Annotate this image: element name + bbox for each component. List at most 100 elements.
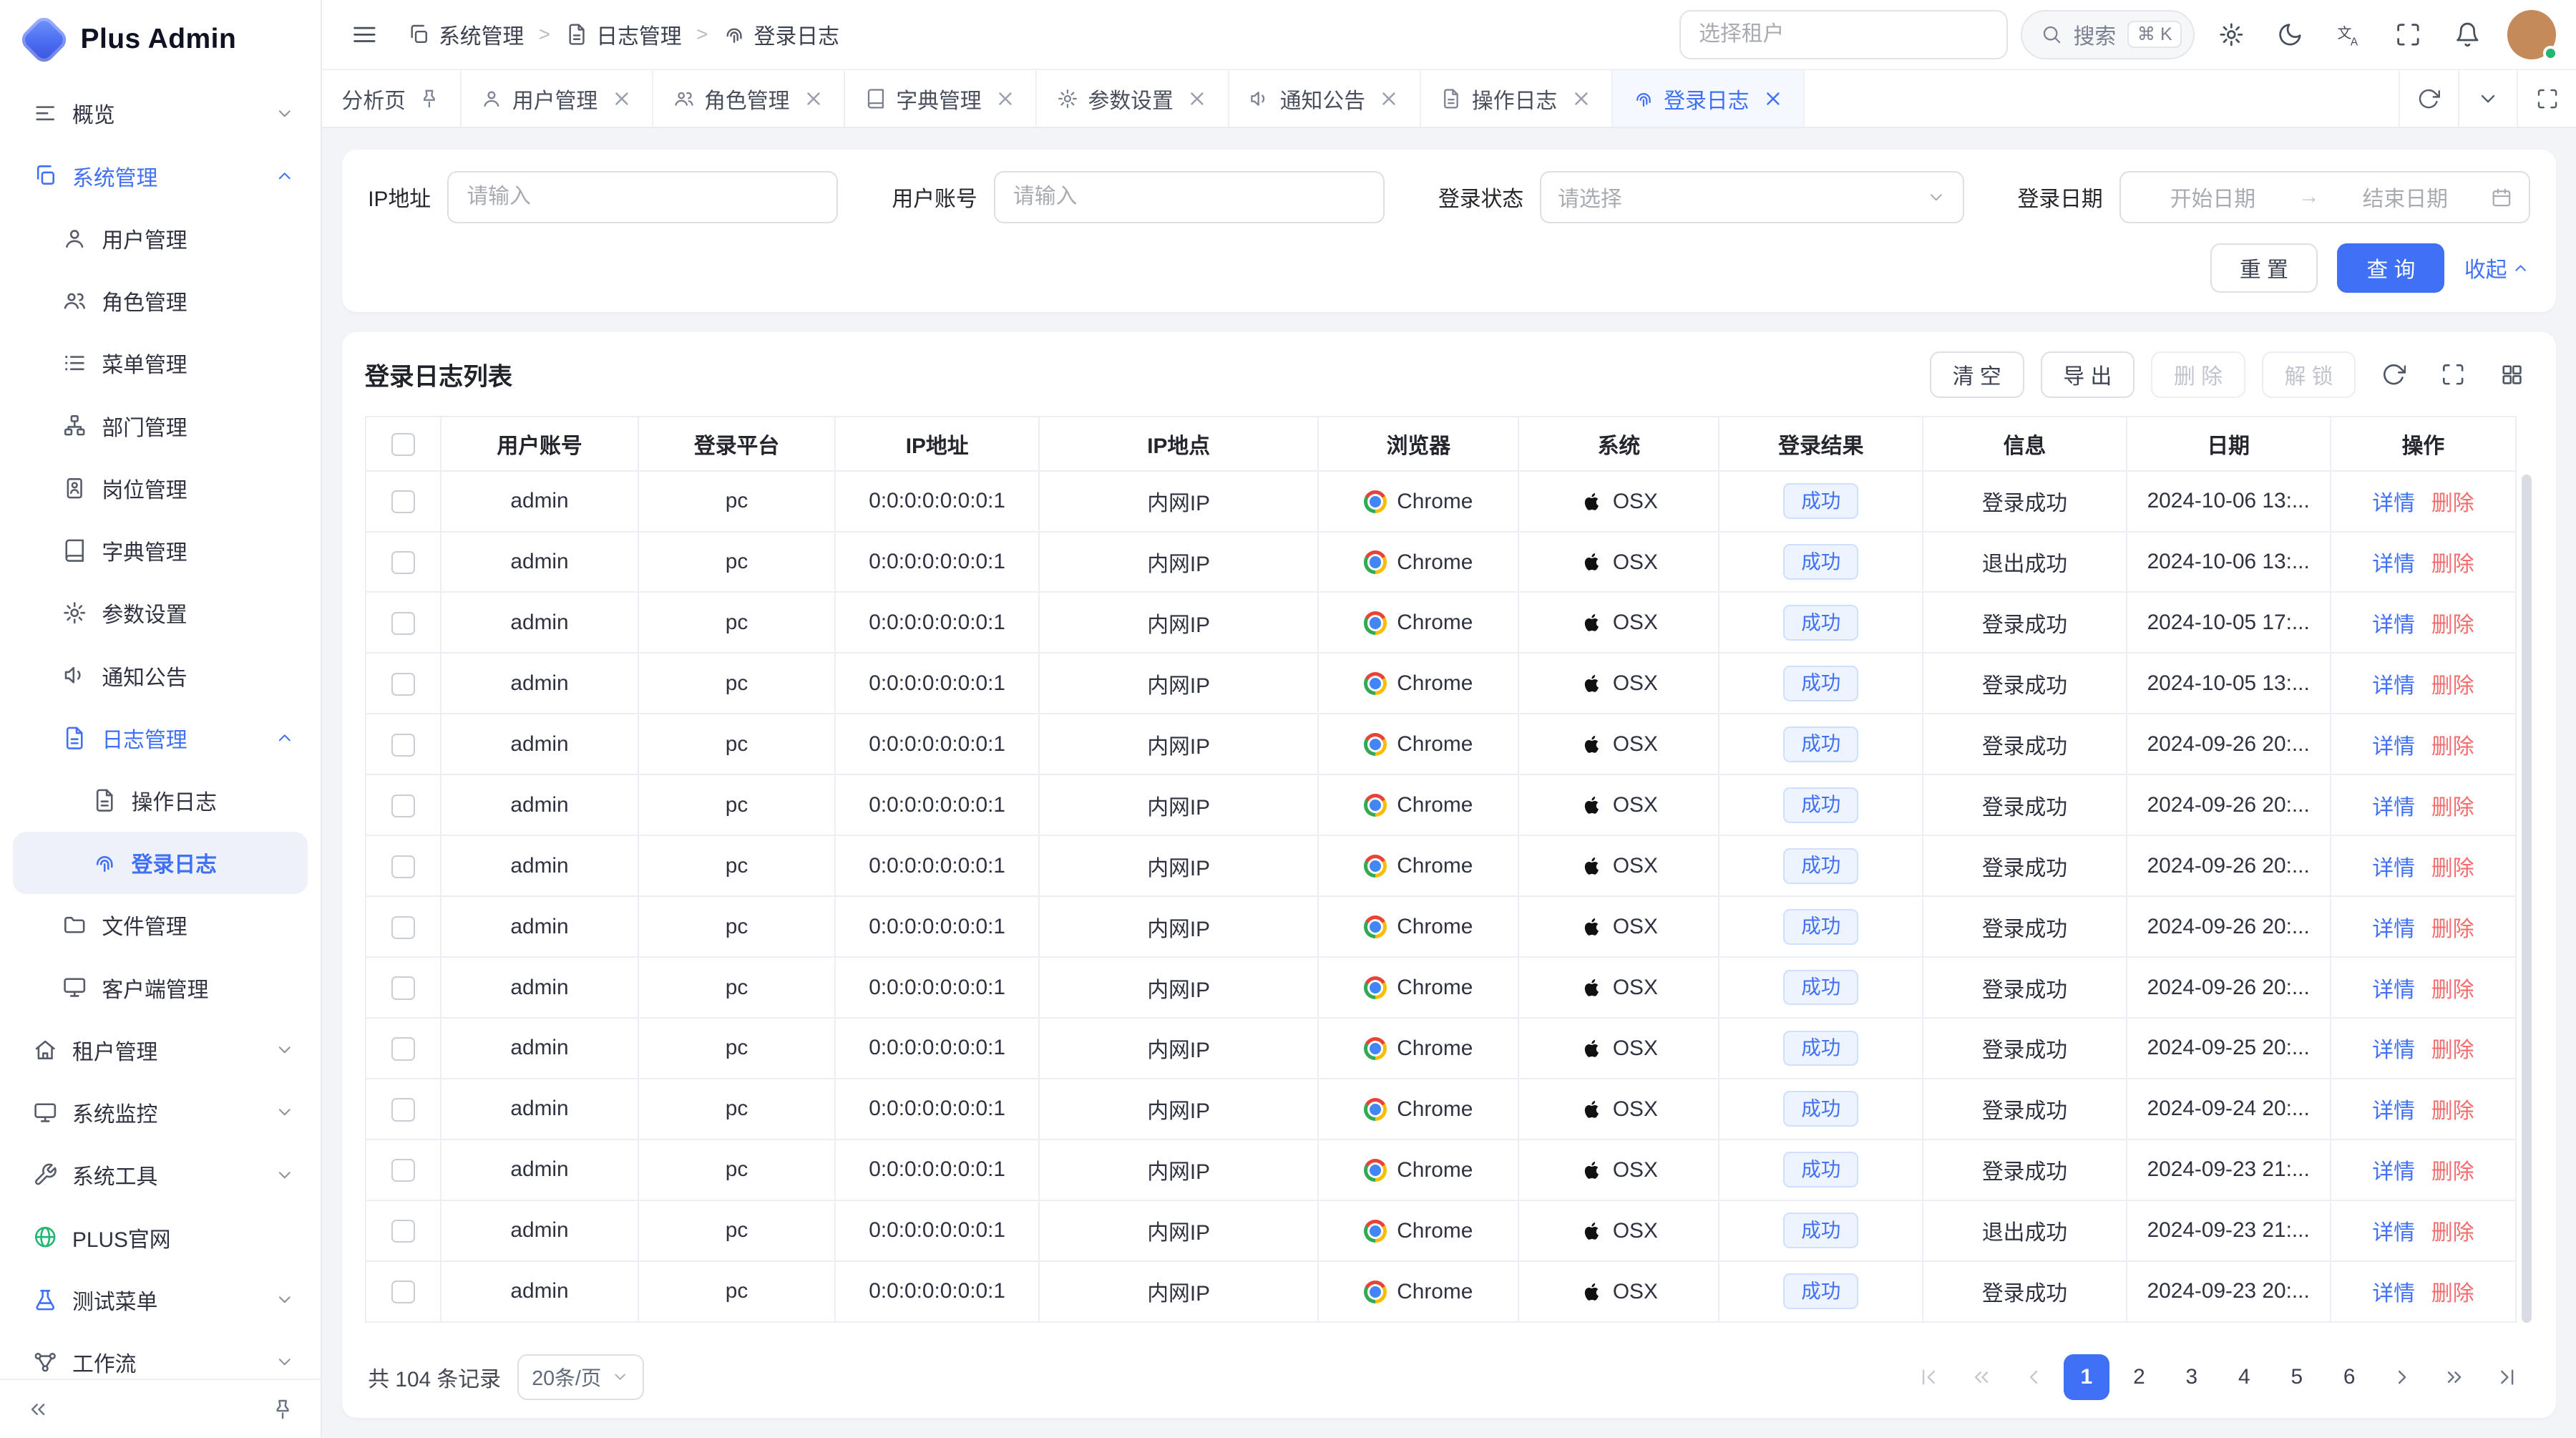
table-fullscreen-button[interactable]: [2431, 354, 2474, 397]
detail-link[interactable]: 详情: [2372, 1221, 2415, 1245]
row-checkbox[interactable]: [391, 855, 414, 878]
login-date-range[interactable]: 开始日期 → 结束日期: [2119, 171, 2530, 223]
refresh-table-button[interactable]: [2372, 354, 2415, 397]
next-page-button[interactable]: [2379, 1354, 2425, 1400]
fullscreen-button[interactable]: [2386, 11, 2431, 57]
tab-dict[interactable]: 字典管理: [845, 70, 1037, 127]
tab-close-icon[interactable]: [995, 88, 1016, 110]
sidebar-item-post[interactable]: 岗位管理: [13, 457, 307, 519]
menu-toggle-button[interactable]: [342, 11, 388, 57]
query-button[interactable]: 查 询: [2337, 243, 2444, 293]
export-button[interactable]: 导 出: [2041, 351, 2135, 397]
unlock-button[interactable]: 解 锁: [2262, 351, 2356, 397]
clear-button[interactable]: 清 空: [1930, 351, 2024, 397]
pin-sidebar-button[interactable]: [265, 1391, 301, 1427]
detail-link[interactable]: 详情: [2372, 735, 2415, 759]
page-size-select[interactable]: 20条/页: [517, 1354, 644, 1400]
table-scrollbar[interactable]: [2522, 475, 2532, 1323]
sidebar-item-system[interactable]: 系统管理: [13, 145, 307, 207]
page-button-4[interactable]: 4: [2221, 1354, 2267, 1400]
detail-link[interactable]: 详情: [2372, 613, 2415, 637]
row-checkbox[interactable]: [391, 734, 414, 757]
delete-button[interactable]: 删 除: [2151, 351, 2245, 397]
tab-close-icon[interactable]: [1378, 88, 1400, 110]
detail-link[interactable]: 详情: [2372, 918, 2415, 941]
row-checkbox[interactable]: [391, 976, 414, 999]
sidebar-item-user[interactable]: 用户管理: [13, 207, 307, 269]
tab-param[interactable]: 参数设置: [1037, 70, 1229, 127]
tenant-select-input[interactable]: [1679, 10, 2008, 59]
row-checkbox[interactable]: [391, 673, 414, 696]
sidebar-item-role[interactable]: 角色管理: [13, 269, 307, 331]
sidebar-item-operlog[interactable]: 操作日志: [13, 769, 307, 831]
row-checkbox[interactable]: [391, 612, 414, 635]
row-checkbox[interactable]: [391, 1037, 414, 1060]
first-page-button[interactable]: [1906, 1354, 1951, 1400]
page-button-3[interactable]: 3: [2169, 1354, 2215, 1400]
page-button-6[interactable]: 6: [2326, 1354, 2372, 1400]
row-checkbox[interactable]: [391, 1220, 414, 1243]
detail-link[interactable]: 详情: [2372, 796, 2415, 820]
detail-link[interactable]: 详情: [2372, 857, 2415, 880]
detail-link[interactable]: 详情: [2372, 1282, 2415, 1306]
tab-options-button[interactable]: [2458, 70, 2517, 127]
sidebar-item-menu[interactable]: 菜单管理: [13, 332, 307, 394]
row-checkbox[interactable]: [391, 1159, 414, 1182]
page-button-2[interactable]: 2: [2116, 1354, 2162, 1400]
global-search-button[interactable]: 搜索 ⌘ K: [2021, 10, 2195, 59]
delete-link[interactable]: 删除: [2431, 674, 2474, 698]
delete-link[interactable]: 删除: [2431, 1160, 2474, 1184]
detail-link[interactable]: 详情: [2372, 674, 2415, 698]
login-status-select[interactable]: 请选择: [1540, 171, 1963, 223]
sidebar-item-file[interactable]: 文件管理: [13, 894, 307, 956]
delete-link[interactable]: 删除: [2431, 1039, 2474, 1062]
tab-role[interactable]: 角色管理: [653, 70, 845, 127]
tab-close-icon[interactable]: [1762, 88, 1784, 110]
row-checkbox[interactable]: [391, 795, 414, 817]
tab-close-icon[interactable]: [611, 88, 633, 110]
language-button[interactable]: [2326, 11, 2372, 57]
tab-analysis[interactable]: 分析页: [322, 70, 462, 127]
detail-link[interactable]: 详情: [2372, 492, 2415, 515]
sidebar-item-plus-site[interactable]: PLUS官网: [13, 1206, 307, 1268]
detail-link[interactable]: 详情: [2372, 1099, 2415, 1123]
sidebar-item-tools[interactable]: 系统工具: [13, 1144, 307, 1206]
tab-user[interactable]: 用户管理: [462, 70, 653, 127]
account-input[interactable]: [994, 171, 1385, 223]
column-settings-button[interactable]: [2491, 354, 2534, 397]
breadcrumb-item-0[interactable]: 系统管理: [407, 19, 524, 50]
detail-link[interactable]: 详情: [2372, 1160, 2415, 1184]
tab-close-icon[interactable]: [1571, 88, 1592, 110]
detail-link[interactable]: 详情: [2372, 1039, 2415, 1062]
delete-link[interactable]: 删除: [2431, 1221, 2474, 1245]
delete-link[interactable]: 删除: [2431, 553, 2474, 576]
page-button-5[interactable]: 5: [2274, 1354, 2320, 1400]
prev-page-button[interactable]: [2011, 1354, 2057, 1400]
detail-link[interactable]: 详情: [2372, 553, 2415, 576]
sidebar-item-notice[interactable]: 通知公告: [13, 644, 307, 706]
refresh-page-button[interactable]: [2399, 70, 2458, 127]
notifications-button[interactable]: [2444, 11, 2490, 57]
sidebar-item-log[interactable]: 日志管理: [13, 706, 307, 769]
row-checkbox[interactable]: [391, 490, 414, 513]
delete-link[interactable]: 删除: [2431, 492, 2474, 515]
delete-link[interactable]: 删除: [2431, 1099, 2474, 1123]
collapse-sidebar-button[interactable]: [20, 1391, 57, 1427]
content-fullscreen-button[interactable]: [2517, 70, 2576, 127]
sidebar-item-overview[interactable]: 概览: [13, 82, 307, 145]
row-checkbox[interactable]: [391, 916, 414, 939]
jump-forward-button[interactable]: [2431, 1354, 2477, 1400]
tab-close-icon[interactable]: [1186, 88, 1208, 110]
tab-notice[interactable]: 通知公告: [1229, 70, 1421, 127]
sidebar-item-tenant[interactable]: 租户管理: [13, 1019, 307, 1081]
settings-button[interactable]: [2208, 11, 2254, 57]
sidebar-item-dept[interactable]: 部门管理: [13, 394, 307, 457]
breadcrumb-item-2[interactable]: 登录日志: [723, 19, 839, 50]
sidebar-item-param[interactable]: 参数设置: [13, 582, 307, 644]
user-avatar[interactable]: [2507, 10, 2557, 59]
tab-operlog[interactable]: 操作日志: [1421, 70, 1613, 127]
tab-close-icon[interactable]: [803, 88, 824, 110]
delete-link[interactable]: 删除: [2431, 978, 2474, 1002]
delete-link[interactable]: 删除: [2431, 918, 2474, 941]
sidebar-item-client[interactable]: 客户端管理: [13, 956, 307, 1019]
